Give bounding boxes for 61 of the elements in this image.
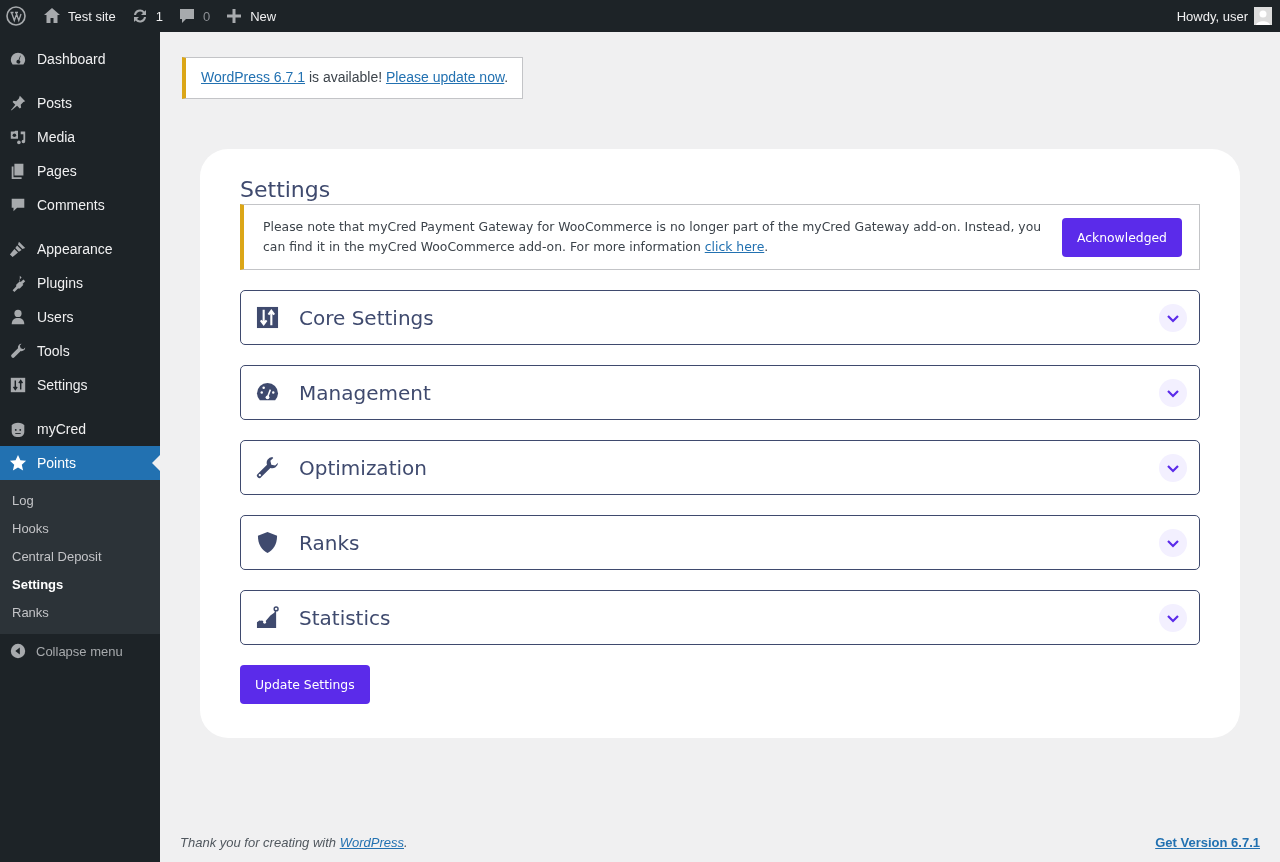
avatar-icon <box>1254 7 1272 25</box>
submenu-item[interactable]: Log <box>0 487 160 515</box>
collapse-menu-button[interactable]: Collapse menu <box>0 634 160 668</box>
submenu-item[interactable]: Ranks <box>0 599 160 627</box>
menu-item[interactable]: Posts <box>0 86 160 120</box>
expand-toggle[interactable] <box>1159 303 1187 332</box>
shield-icon <box>256 531 279 554</box>
settings-section[interactable]: Core Settings <box>240 290 1200 345</box>
menu-item[interactable]: Appearance <box>0 232 160 266</box>
menu-item[interactable]: Plugins <box>0 266 160 300</box>
acknowledged-button[interactable]: Acknowledged <box>1061 217 1182 257</box>
wordpress-link[interactable]: WordPress <box>339 835 404 850</box>
sliders-icon <box>9 376 27 394</box>
footer-text: Thank you for creating with WordPress. <box>180 835 408 850</box>
expand-toggle[interactable] <box>1159 453 1187 482</box>
wordpress-logo-icon[interactable] <box>6 6 26 26</box>
updates-link[interactable]: 1 <box>129 6 163 26</box>
pin-icon <box>9 94 27 112</box>
settings-section[interactable]: Statistics <box>240 590 1200 645</box>
settings-section[interactable]: Ranks <box>240 515 1200 570</box>
menu-item[interactable]: Pages <box>0 154 160 188</box>
settings-section[interactable]: Optimization <box>240 440 1200 495</box>
menu-item[interactable]: Dashboard <box>0 42 160 76</box>
menu-item[interactable]: Settings <box>0 368 160 402</box>
sliders-icon <box>256 306 279 329</box>
notice-text: Please note that myCred Payment Gateway for WooCommerce is no longer part of the myCred Gateway add-on. Instead, you can find it in the myCred WooCommerce add-on. For more information click here. <box>263 218 1042 256</box>
media-icon <box>9 128 27 146</box>
menu-item[interactable]: myCred <box>0 412 160 446</box>
submenu-item[interactable]: Hooks <box>0 515 160 543</box>
notice-text: WordPress 6.7.1 is available! Please update now. <box>201 69 509 85</box>
section-title: Management <box>299 380 432 405</box>
settings-section[interactable]: Management <box>240 365 1200 420</box>
menu-item[interactable]: Users <box>0 300 160 334</box>
menu-item[interactable]: Points <box>0 446 160 480</box>
expand-toggle[interactable] <box>1159 603 1187 632</box>
star-icon <box>9 454 27 472</box>
account-link[interactable]: Howdy, user <box>1176 7 1272 25</box>
menu-item[interactable]: Comments <box>0 188 160 222</box>
site-link[interactable]: Test site <box>42 6 116 26</box>
page-title: Settings <box>240 177 332 202</box>
section-title: Ranks <box>299 530 361 555</box>
new-link[interactable]: New <box>224 6 277 26</box>
comments-link[interactable]: 0 <box>176 6 211 26</box>
section-title: Statistics <box>299 605 392 630</box>
menu-item[interactable]: Tools <box>0 334 160 368</box>
update-settings-button[interactable]: Update Settings <box>240 665 370 704</box>
get-version-link[interactable]: Get Version 6.7.1 <box>1155 835 1260 850</box>
expand-toggle[interactable] <box>1159 528 1187 557</box>
user-icon <box>9 308 27 326</box>
menu-item[interactable]: Media <box>0 120 160 154</box>
wrench-icon <box>9 342 27 360</box>
version-link[interactable]: WordPress 6.7.1 <box>201 69 305 85</box>
section-title: Core Settings <box>299 305 435 330</box>
submenu-item[interactable]: Settings <box>0 571 160 599</box>
section-title: Optimization <box>299 455 428 480</box>
submenu-item[interactable]: Central Deposit <box>0 543 160 571</box>
expand-toggle[interactable] <box>1159 378 1187 407</box>
home-icon <box>42 6 62 26</box>
wrench-icon <box>256 456 279 479</box>
area-chart-icon <box>256 606 279 629</box>
face-icon <box>9 420 27 438</box>
